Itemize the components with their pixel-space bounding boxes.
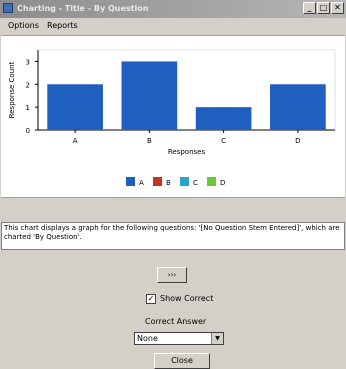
show-correct-checkbox[interactable]: ✓ (146, 294, 156, 304)
expand-button[interactable]: ››› (157, 267, 187, 283)
maximize-button[interactable]: □ (317, 2, 330, 14)
x-tick-label: D (295, 137, 300, 145)
y-tick-label: 2 (26, 81, 30, 89)
x-axis-label: Responses (168, 148, 206, 156)
y-tick-label: 1 (26, 104, 30, 112)
legend-label-c: C (193, 179, 198, 187)
x-tick-label: C (221, 137, 226, 145)
bar-c (195, 107, 252, 130)
y-tick-label: 0 (26, 127, 30, 135)
bar-b (121, 61, 178, 130)
legend-label-a: A (139, 179, 144, 187)
correct-answer-label: Correct Answer (145, 317, 207, 326)
minimize-button[interactable]: _ (303, 2, 316, 14)
menu-reports[interactable]: Reports (47, 21, 78, 30)
chart-panel: 0 1 2 3 Response Count A B C D Responses A B C D (1, 35, 345, 198)
bar-d (270, 84, 326, 130)
legend-swatch-d (207, 177, 216, 186)
legend-label-b: B (166, 179, 171, 187)
correct-answer-select[interactable]: None ▼ (134, 332, 224, 345)
x-tick-label: B (147, 137, 152, 145)
legend-label-d: D (220, 179, 225, 187)
app-chart-icon (3, 3, 13, 13)
window-title: Charting - Title - By Question (17, 4, 149, 13)
charting-window: Charting - Title - By Question _ □ ✕ Opt… (0, 0, 346, 369)
y-tick-label: 3 (26, 58, 30, 66)
legend-swatch-b (153, 177, 162, 186)
legend-swatch-a (126, 177, 135, 186)
y-axis-label: Response Count (8, 61, 16, 118)
menu-bar: Options Reports (0, 18, 346, 34)
bar-a (47, 84, 103, 130)
close-button[interactable]: Close (154, 353, 210, 369)
select-value: None (137, 334, 158, 343)
menu-options[interactable]: Options (8, 21, 39, 30)
chart-description: This chart displays a graph for the foll… (1, 222, 345, 250)
x-tick-label: A (73, 137, 78, 145)
title-bar[interactable]: Charting - Title - By Question _ □ ✕ (0, 0, 346, 18)
bar-chart: 0 1 2 3 Response Count A B C D Responses A B C D (8, 49, 336, 187)
close-window-button[interactable]: ✕ (331, 2, 344, 14)
dropdown-arrow-icon[interactable]: ▼ (211, 333, 223, 344)
controls-panel: ››› ✓ Show Correct Correct Answer None ▼… (0, 250, 346, 369)
legend-swatch-c (180, 177, 189, 186)
show-correct-label: Show Correct (160, 294, 214, 303)
